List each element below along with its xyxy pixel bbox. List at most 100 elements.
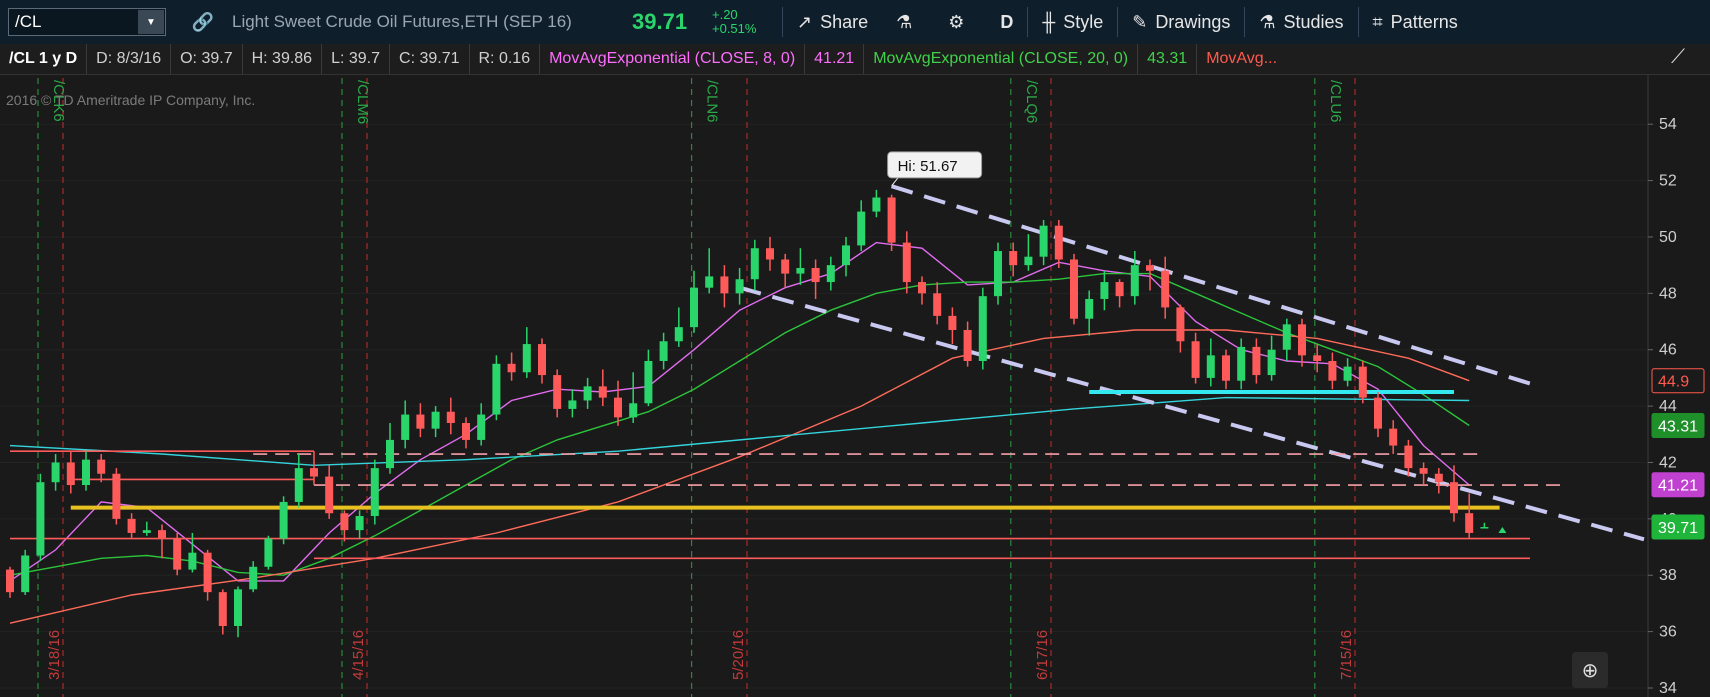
candle-body xyxy=(1450,482,1458,514)
candle-body xyxy=(386,439,394,469)
change-percent: +0.51% xyxy=(712,21,757,36)
candle-body xyxy=(188,552,197,570)
candle-body xyxy=(1024,256,1033,266)
candle-body xyxy=(1465,513,1474,533)
candle-body xyxy=(1434,473,1443,483)
ema20-label[interactable]: MovAvgExponential (CLOSE, 20, 0) xyxy=(864,44,1139,74)
candle-body xyxy=(1191,341,1200,378)
candle-body xyxy=(857,211,866,246)
bar-high: H: 39.86 xyxy=(243,44,323,74)
patterns-button[interactable]: ⌗ Patterns xyxy=(1359,0,1472,44)
share-label: Share xyxy=(820,11,869,32)
share-button[interactable]: ↗ Share xyxy=(783,0,882,44)
ema20-value: 43.31 xyxy=(1138,44,1198,74)
date-label: 4/15/16 xyxy=(350,630,367,680)
roll-label: /CLQ6 xyxy=(1023,80,1040,123)
candle-body xyxy=(234,589,242,626)
indicator-line xyxy=(9,272,1470,576)
roll-label: /CLU6 xyxy=(1327,80,1344,123)
candle-body xyxy=(1282,324,1291,350)
bar-close: C: 39.71 xyxy=(390,44,470,74)
chevron-down-icon[interactable]: ▼ xyxy=(138,10,164,34)
candle-body xyxy=(1146,265,1154,271)
candle-body xyxy=(994,251,1002,297)
chart-symbol[interactable]: /CL 1 y D xyxy=(0,44,88,74)
candle-body xyxy=(21,555,30,593)
candle-body xyxy=(127,518,136,533)
candle-body xyxy=(1237,346,1246,381)
candle-body xyxy=(1343,366,1352,381)
drawings-button[interactable]: ✎ Drawings xyxy=(1118,0,1244,44)
indicator-line xyxy=(9,329,1470,624)
candle-body xyxy=(66,462,75,486)
symbol-text[interactable]: /CL xyxy=(9,12,41,32)
candle-body xyxy=(568,400,577,409)
candle-body xyxy=(842,245,850,266)
candle-body xyxy=(781,259,790,274)
y-tick-label: 50 xyxy=(1659,229,1677,246)
candle-body xyxy=(1252,346,1261,376)
gear-icon: ⚙ xyxy=(948,11,965,32)
studies-button[interactable]: ⚗ Studies xyxy=(1245,0,1357,44)
candle-body xyxy=(1161,270,1170,308)
candle-body xyxy=(1222,355,1230,381)
candle-body xyxy=(158,530,166,539)
aggregation-button[interactable]: D xyxy=(986,0,1027,44)
candle-body xyxy=(918,282,926,294)
candle-body xyxy=(294,468,303,502)
candle-body xyxy=(644,360,653,404)
drawing-tools-icon[interactable]: ⟋ xyxy=(1660,46,1696,74)
date-label: 6/17/16 xyxy=(1034,630,1051,680)
price-chart[interactable]: 343638404244464850525444.943.3141.2139.7… xyxy=(0,75,1710,697)
candle-body xyxy=(705,276,714,288)
candle-body xyxy=(1130,265,1139,297)
candle-body xyxy=(1313,355,1322,361)
candle-body xyxy=(1298,324,1306,356)
link-icon[interactable]: 🔗 xyxy=(186,12,220,33)
symbol-selector[interactable]: /CL ▼ xyxy=(8,8,166,36)
candle-body xyxy=(142,530,151,533)
candle-body xyxy=(614,397,622,418)
y-tick-label: 44 xyxy=(1659,398,1677,415)
candle-body xyxy=(203,552,212,593)
candle-body xyxy=(218,592,227,626)
flask-icon: ⚗ xyxy=(896,11,913,32)
candle-body xyxy=(553,375,562,409)
date-label: 5/20/16 xyxy=(730,630,747,680)
candle-body xyxy=(1100,282,1109,299)
candle-body xyxy=(1115,282,1124,297)
style-button[interactable]: ╫ Style xyxy=(1028,0,1117,44)
candle-body xyxy=(522,344,531,373)
y-tick-label: 52 xyxy=(1659,173,1677,190)
patterns-label: Patterns xyxy=(1390,11,1458,32)
candle-body xyxy=(902,242,911,283)
candle-body xyxy=(826,265,835,283)
zoom-icon[interactable]: ⊕ xyxy=(1572,652,1608,688)
candle-body xyxy=(462,423,470,440)
ma-label[interactable]: MovAvg... xyxy=(1197,44,1286,74)
candle-body xyxy=(279,501,288,539)
aggregation-label: D xyxy=(1000,11,1014,32)
flask-button[interactable]: ⚗ xyxy=(882,0,934,44)
candle-body xyxy=(1039,225,1048,257)
patterns-icon: ⌗ xyxy=(1372,11,1383,32)
candle-body xyxy=(796,267,805,274)
bar-range: R: 0.16 xyxy=(470,44,541,74)
ema8-label[interactable]: MovAvgExponential (CLOSE, 8, 0) xyxy=(540,44,806,74)
symbol-description: Light Sweet Crude Oil Futures,ETH (SEP 1… xyxy=(232,12,572,31)
candle-body xyxy=(720,276,729,294)
bar-date: D: 8/3/16 xyxy=(87,44,172,74)
last-price: 39.71 xyxy=(632,9,688,34)
candle-body xyxy=(598,386,607,398)
y-tick-label: 54 xyxy=(1659,116,1677,133)
price-tag-label: 41.21 xyxy=(1658,478,1698,495)
trend-line xyxy=(739,285,1645,542)
settings-button[interactable]: ⚙ xyxy=(934,0,986,44)
candle-body xyxy=(82,459,90,486)
pencil-icon: ✎ xyxy=(1132,11,1148,32)
candle-body xyxy=(978,296,987,361)
candle-body xyxy=(750,248,759,280)
candle-body xyxy=(1054,225,1063,260)
drawings-label: Drawings xyxy=(1155,11,1231,32)
candle-body xyxy=(507,363,516,373)
